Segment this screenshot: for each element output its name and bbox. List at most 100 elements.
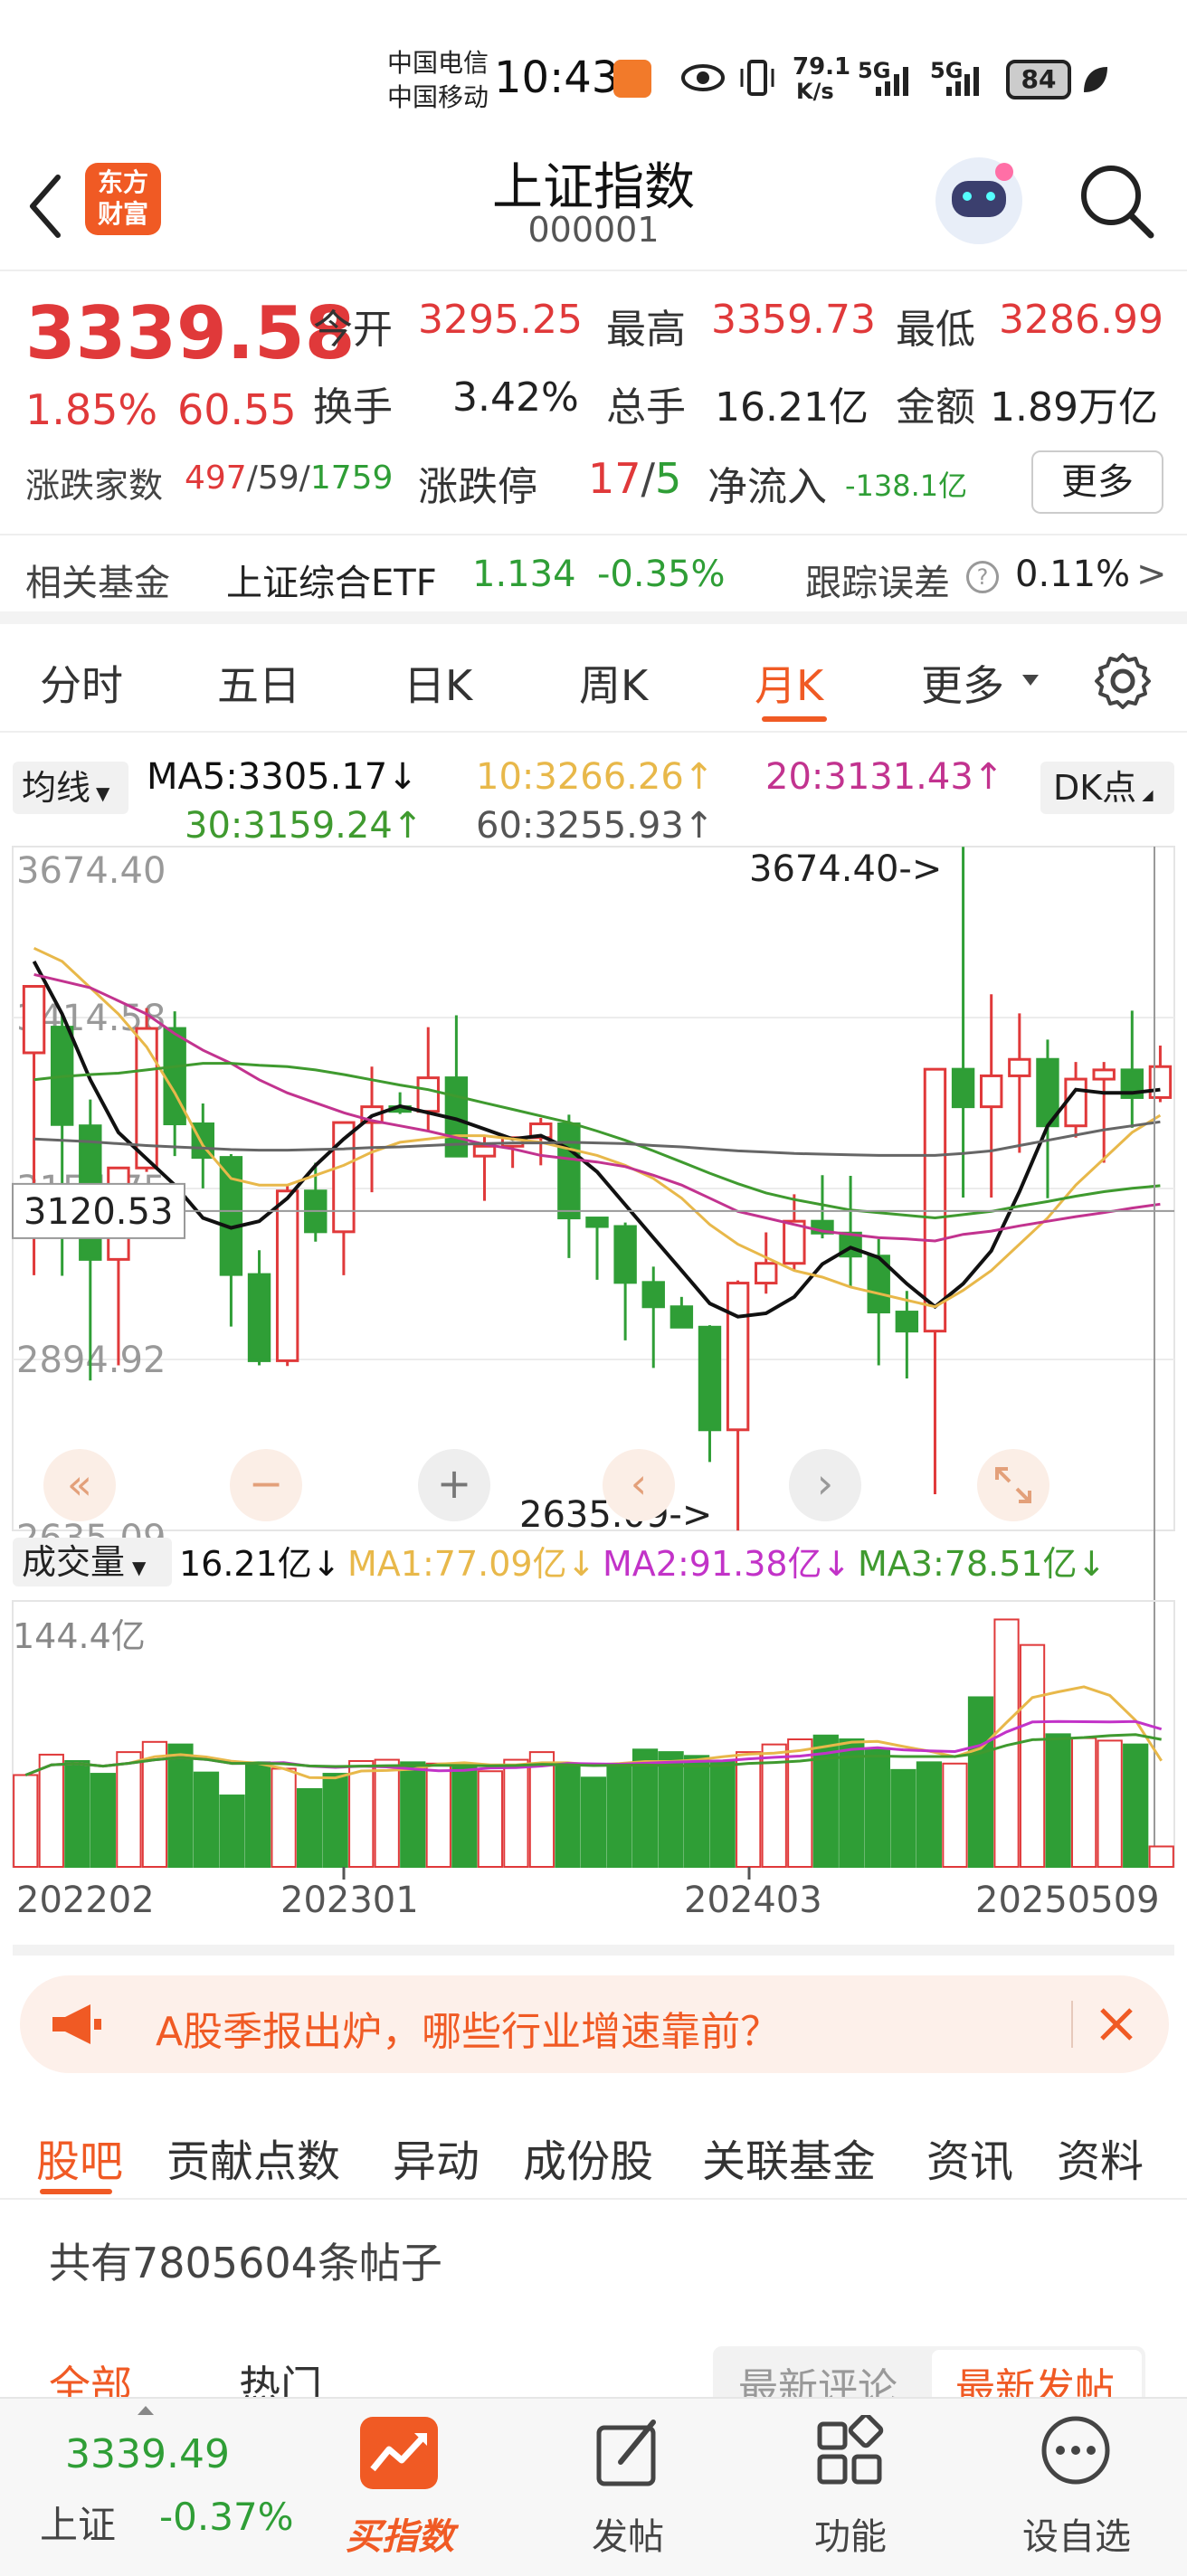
news-banner[interactable]: A股季报出炉，哪些行业增速靠前？ [20,1975,1169,2073]
active-tab-indicator [762,716,827,722]
header: 东方 财富 上证指数 000001 [0,154,1187,271]
candle-body [755,1262,778,1285]
assistant-avatar[interactable] [935,157,1022,244]
subtab-profile[interactable]: 资料 [1057,2126,1144,2189]
volume-selector[interactable]: 成交量 ▼ [13,1538,172,1586]
x-label-2: 202301 [280,1880,419,1921]
add-watchlist-label[interactable]: 设自选 [1004,2507,1149,2560]
kline-chart-area[interactable]: 均线 ▼ MA5:3305.17↓ 10:3266.26↑ 20:3131.43↑… [0,734,1187,1956]
max-annotation: 3674.40-> [749,848,942,890]
bottom-index-name[interactable]: 上证 [40,2495,116,2550]
buy-index-icon[interactable] [360,2417,438,2489]
candle-body [1064,1077,1087,1128]
subtab-guba[interactable]: 股吧 [36,2126,123,2189]
current-price: 3339.58 [25,291,356,375]
zoom-in-button[interactable]: + [418,1449,490,1521]
scroll-right-button[interactable]: › [789,1449,861,1521]
netflow-label: 净流入 [707,464,827,510]
carrier-1: 中国电信 [387,48,489,78]
related-fund-row[interactable]: 相关基金 上证综合ETF 1.134 -0.35% 跟踪误差 ? 0.11% > [0,534,1187,624]
vibrate-icon [740,60,774,96]
candle-body [416,1076,440,1113]
volume-bar [1097,1739,1123,1869]
volume-selector-label: 成交量 [22,1542,126,1582]
search-icon[interactable] [1077,161,1158,242]
net-speed: 79.1 [793,53,851,80]
signal-2-icon [946,67,979,96]
bottom-index-price[interactable]: 3339.49 [65,2431,230,2477]
candle-body [472,1144,497,1158]
volume-bar [64,1759,90,1868]
close-icon[interactable] [1097,2004,1136,2044]
tracking-label: 跟踪误差 [805,563,950,604]
fullscreen-icon[interactable] [977,1449,1049,1521]
help-icon[interactable]: ? [966,561,999,593]
updown-counts: 497/59/1759 [185,459,394,497]
tab-monthly-k[interactable]: 月K [755,653,823,713]
candle-body [275,1189,299,1362]
functions-label[interactable]: 功能 [778,2507,923,2560]
status-time: 10:43 [494,52,620,103]
chart-bottom-bar [13,1945,1174,1956]
low-label: 最低 [896,307,975,353]
bottom-index-change[interactable]: -0.37% [159,2495,294,2539]
candle-body [726,1282,750,1432]
functions-icon[interactable] [814,2415,887,2487]
volume-bar [942,1762,968,1869]
banner-text: A股季报出炉，哪些行业增速靠前？ [156,2009,781,2055]
volume-bar [38,1753,64,1869]
buy-index-label[interactable]: 买指数 [328,2507,472,2560]
candle-body [22,985,46,1055]
change-amount: 60.55 [177,385,297,434]
kline-svg[interactable]: 3674.403414.583154.752894.922635.093674.… [0,734,1187,1956]
volume-bar [580,1776,607,1869]
change-percent: 1.85% [25,385,158,434]
volume-bar [90,1773,116,1868]
post-label[interactable]: 发帖 [556,2507,700,2560]
period-tabs: 分时 五日 日K 周K 月K 更多 [0,633,1187,733]
tab-five-day[interactable]: 五日 [217,653,300,713]
candle-body [980,1074,1003,1109]
zoom-out-button[interactable]: − [230,1449,302,1521]
volume-bar [916,1761,943,1869]
more-dots-icon[interactable] [1039,2413,1113,2487]
tab-intraday[interactable]: 分时 [40,653,123,713]
volume-bar [1123,1743,1149,1869]
scroll-left-button[interactable]: ‹ [603,1449,675,1521]
volume-bar [13,1774,39,1868]
candle-body [247,1273,271,1362]
candle-body [613,1225,637,1284]
subtab-movement[interactable]: 异动 [393,2126,480,2189]
fund-change: -0.35% [597,554,726,595]
post-count: 共有7805604条帖子 [49,2239,442,2287]
scroll-left-fast-button[interactable]: « [43,1449,116,1521]
tab-weekly-k[interactable]: 周K [579,653,648,713]
y-axis-label: 3674.40 [16,850,166,892]
high-label: 最高 [606,307,686,353]
candle-body [1092,1068,1116,1081]
open-value: 3295.25 [418,297,583,343]
volume-bar [271,1767,297,1869]
compose-icon[interactable] [594,2417,662,2489]
volume-ma1: MA1:77.09亿↓ [347,1544,596,1584]
volume-bar [967,1696,994,1868]
candle-body [1148,1065,1173,1099]
net-speed-unit: K/s [796,79,834,104]
tab-daily-k[interactable]: 日K [404,653,472,713]
gear-icon[interactable] [1093,651,1153,711]
subtab-related-funds[interactable]: 关联基金 [702,2126,876,2189]
x-label-4: 20250509 [975,1880,1160,1921]
tab-more[interactable]: 更多 [921,653,1004,713]
candle-body [219,1156,243,1276]
candle-body [669,1305,694,1329]
limit-up-count: 17 [588,454,641,503]
volume-bar [709,1759,736,1868]
volume-bar [400,1761,426,1869]
more-button[interactable]: 更多 [1031,450,1163,514]
limit-counts: 17/5 [588,454,682,503]
caret-down-icon [1022,675,1039,686]
subtab-news[interactable]: 资讯 [926,2126,1013,2189]
turnover-value: 3.42% [452,374,579,421]
subtab-constituents[interactable]: 成份股 [523,2126,653,2189]
subtab-contribution[interactable]: 贡献点数 [166,2126,340,2189]
